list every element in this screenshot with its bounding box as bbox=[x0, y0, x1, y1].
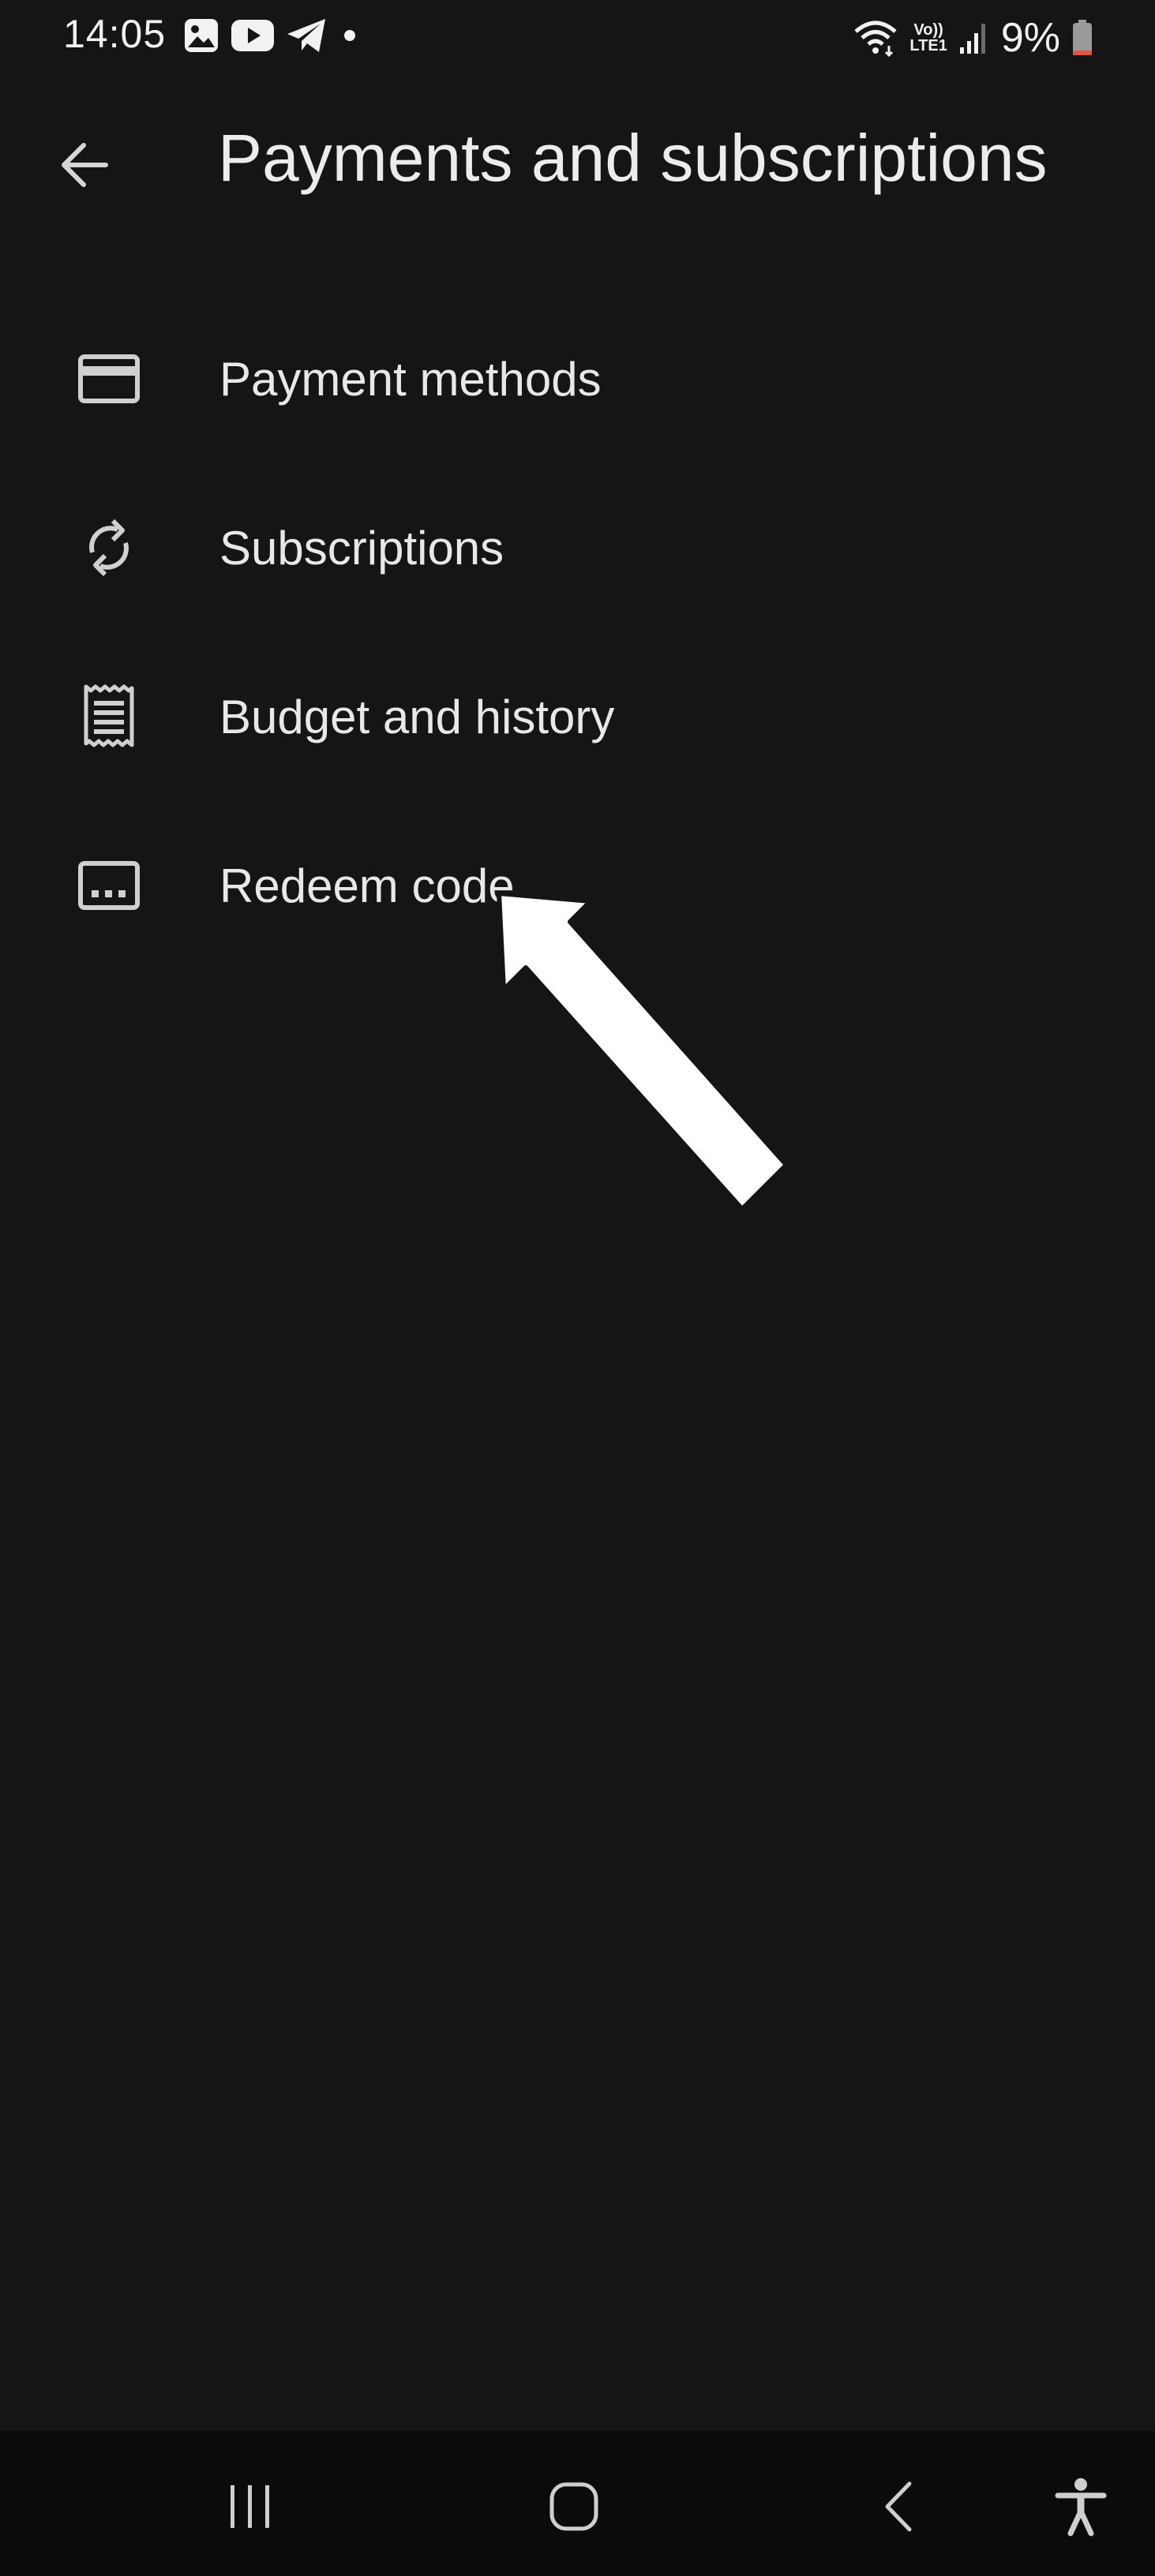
lte-label: LTE1 bbox=[909, 37, 947, 54]
signal-icon bbox=[958, 19, 990, 57]
menu-item-label: Subscriptions bbox=[219, 521, 504, 575]
menu-item-budget-and-history[interactable]: Budget and history bbox=[0, 632, 1155, 801]
wifi-icon bbox=[853, 19, 898, 57]
recents-icon bbox=[231, 2485, 269, 2528]
menu-item-payment-methods[interactable]: Payment methods bbox=[0, 294, 1155, 463]
accessibility-button[interactable] bbox=[1037, 2467, 1124, 2546]
menu-item-label: Budget and history bbox=[219, 690, 615, 743]
app-header: Payments and subscriptions bbox=[0, 87, 1155, 237]
dot-icon bbox=[338, 17, 362, 54]
gallery-icon bbox=[183, 17, 219, 54]
menu-list: Payment methods Subscriptions Budget and… bbox=[0, 294, 1155, 970]
home-icon bbox=[549, 2482, 598, 2531]
status-icons-left bbox=[183, 17, 362, 54]
credit-card-icon bbox=[76, 346, 142, 412]
redeem-code-icon bbox=[76, 852, 142, 919]
back-button[interactable] bbox=[41, 122, 128, 208]
status-bar: 14:05 Vo)) LTE1 9% bbox=[0, 0, 1155, 76]
back-chevron-icon bbox=[885, 2481, 912, 2532]
screen: 14:05 Vo)) LTE1 9% Payments and subscrip… bbox=[0, 0, 1155, 2576]
nav-bar bbox=[0, 2431, 1155, 2576]
sync-icon bbox=[76, 515, 142, 581]
recents-button[interactable] bbox=[207, 2467, 294, 2546]
page-title: Payments and subscriptions bbox=[218, 121, 1048, 195]
home-button[interactable] bbox=[531, 2467, 617, 2546]
battery-percent: 9% bbox=[1000, 15, 1060, 61]
menu-item-label: Payment methods bbox=[219, 352, 602, 406]
receipt-icon bbox=[76, 683, 142, 750]
menu-item-label: Redeem code bbox=[219, 859, 515, 912]
volte-icon: Vo)) LTE1 bbox=[909, 22, 947, 54]
telegram-icon bbox=[286, 17, 327, 54]
menu-item-redeem-code[interactable]: Redeem code bbox=[0, 801, 1155, 970]
menu-item-subscriptions[interactable]: Subscriptions bbox=[0, 463, 1155, 632]
back-nav-button[interactable] bbox=[857, 2467, 944, 2546]
battery-icon bbox=[1071, 19, 1093, 57]
volte-label: Vo)) bbox=[913, 21, 943, 39]
accessibility-icon bbox=[1055, 2478, 1107, 2537]
youtube-icon bbox=[231, 19, 275, 52]
status-icons-right: Vo)) LTE1 9% bbox=[853, 14, 1093, 62]
arrow-left-icon bbox=[62, 143, 108, 187]
status-time: 14:05 bbox=[63, 12, 167, 56]
